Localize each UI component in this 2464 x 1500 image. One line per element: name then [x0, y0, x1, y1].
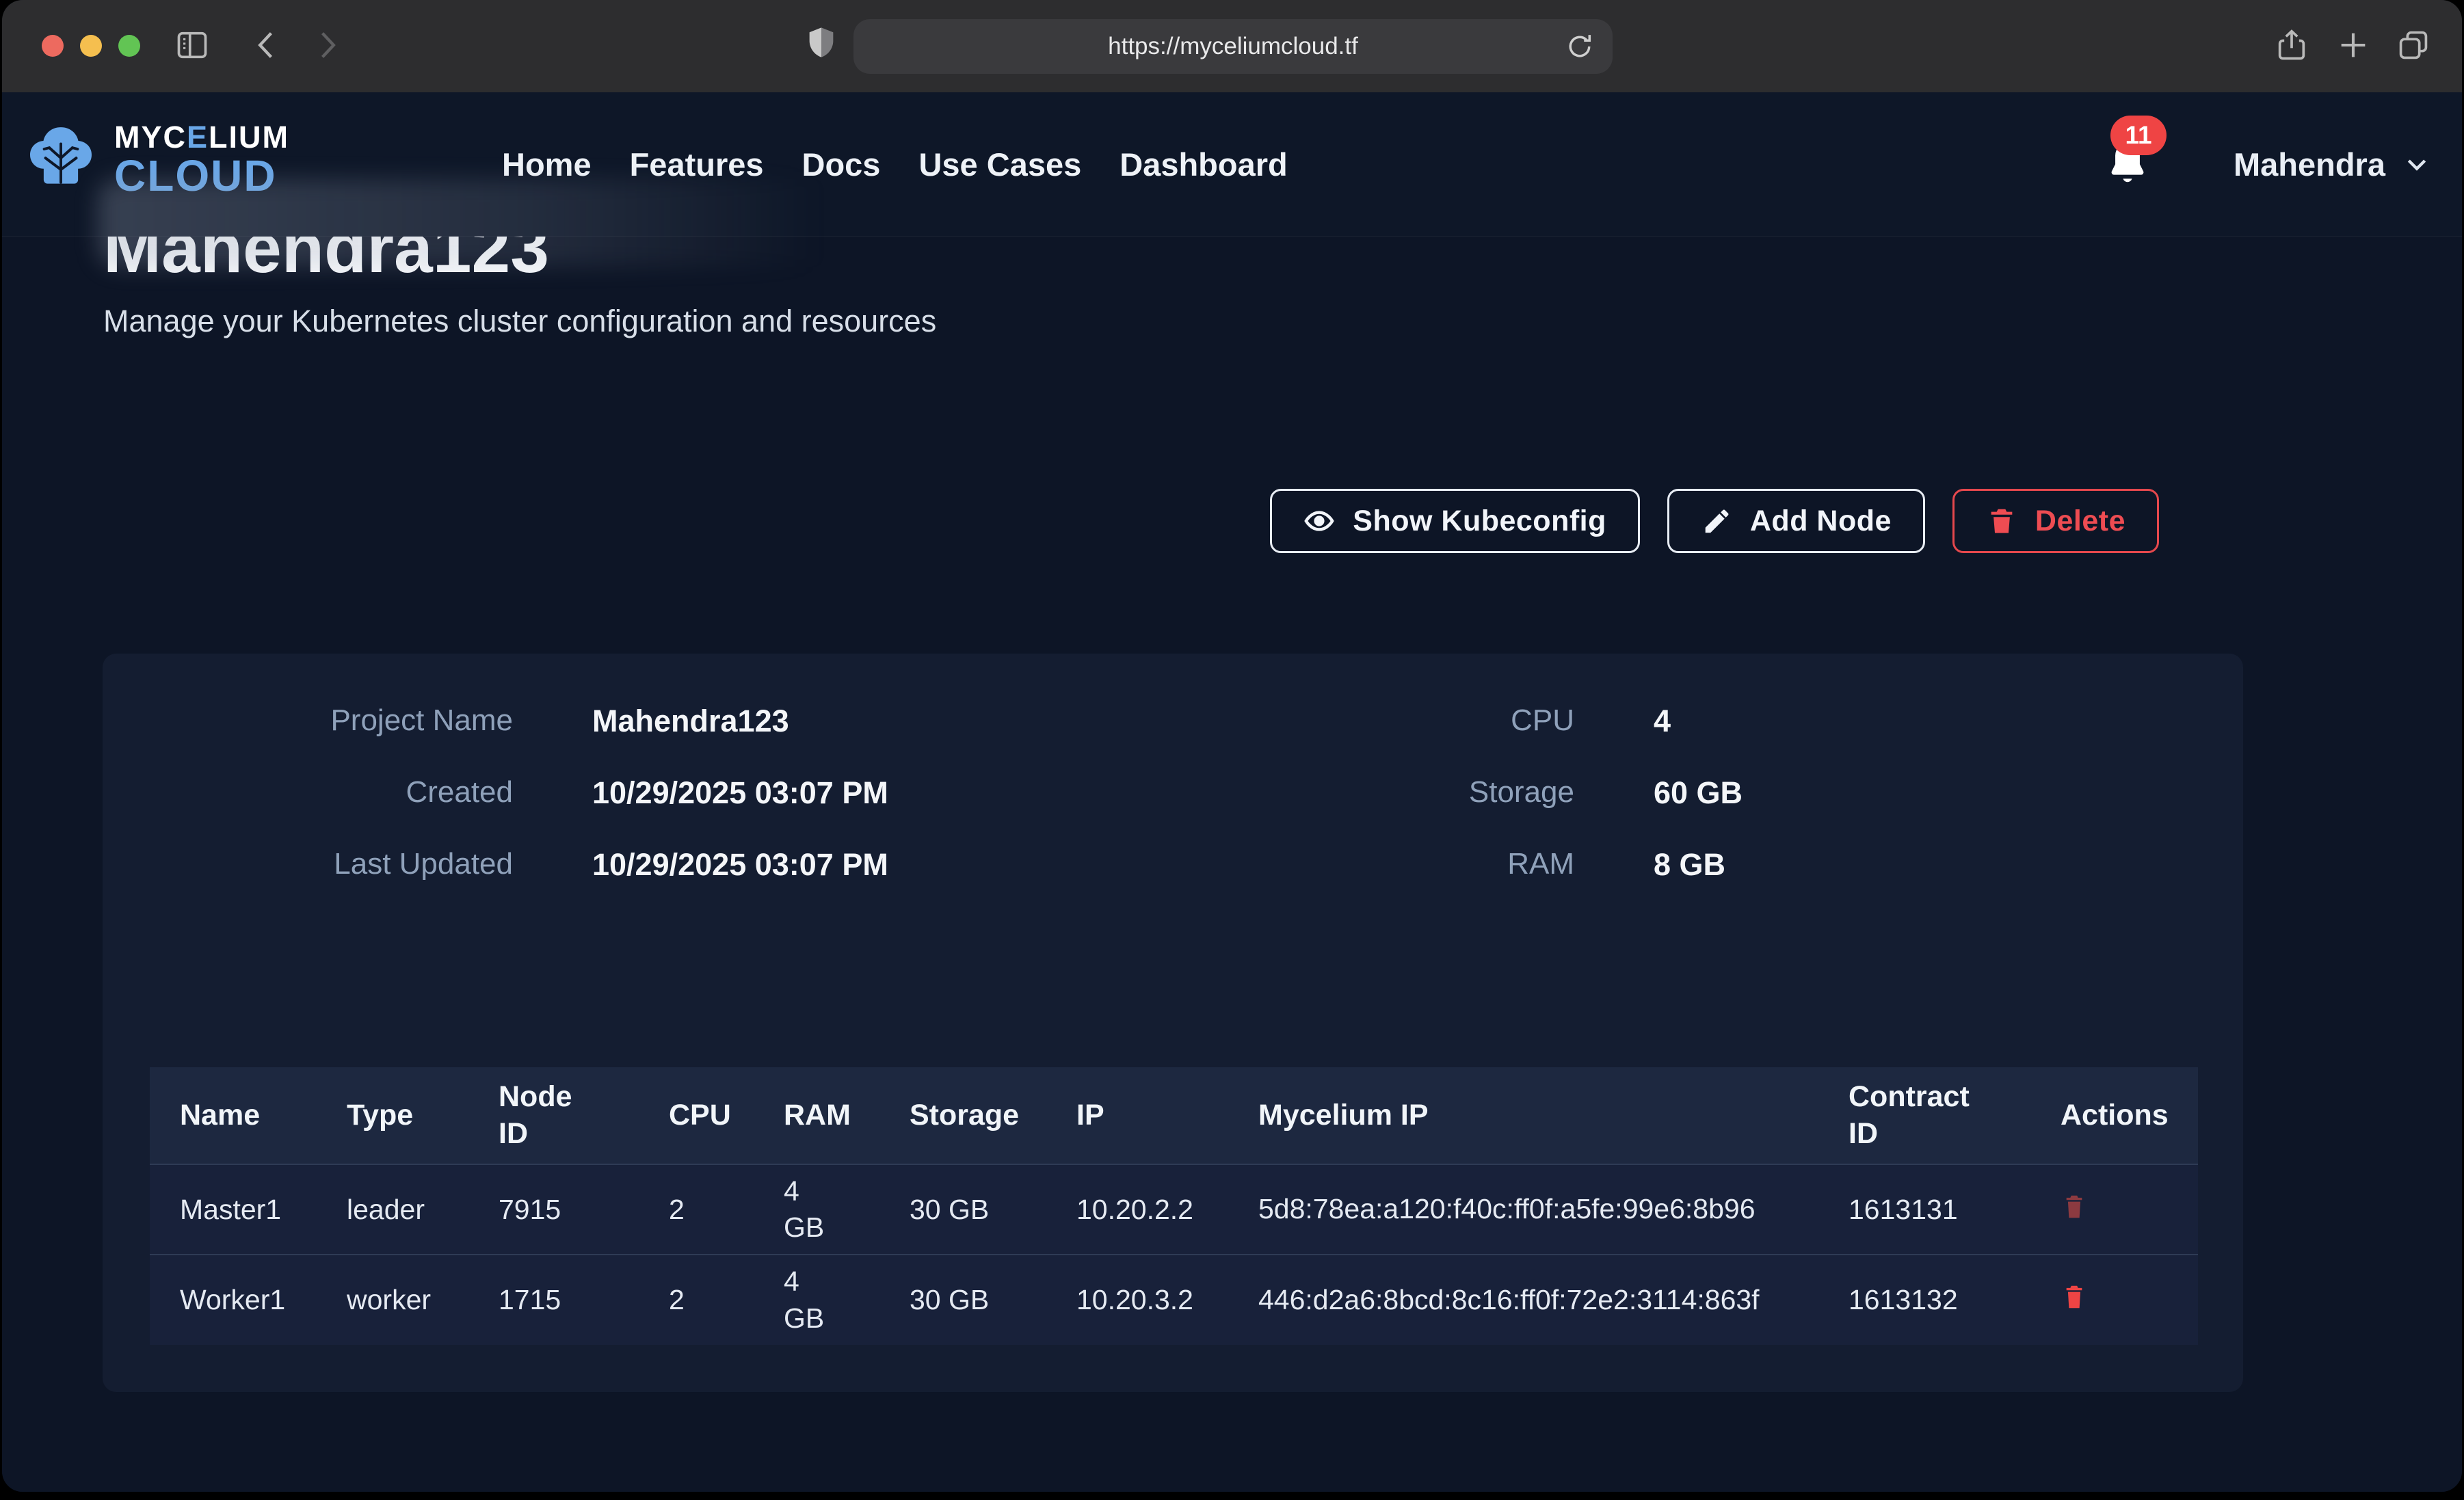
cluster-card: Project Name Mahendra123 Created 10/29/2… [103, 654, 2243, 1392]
cell-name: Worker1 [150, 1255, 347, 1345]
col-name: Name [150, 1067, 347, 1164]
cluster-nodes-table: Name Type Node ID CPU RAM Storage IP Myc… [150, 1067, 2198, 1345]
forward-icon[interactable] [308, 27, 344, 63]
browser-window: https://myceliumcloud.tf [2, 0, 2462, 1492]
add-node-button[interactable]: Add Node [1667, 489, 1925, 553]
traffic-lights [42, 35, 140, 57]
browser-chrome: https://myceliumcloud.tf [2, 0, 2462, 92]
col-ip: IP [1076, 1067, 1258, 1164]
user-menu[interactable]: Mahendra [2234, 146, 2430, 183]
eye-icon [1303, 505, 1335, 537]
brand-text: MYCELIUM CLOUD [114, 122, 289, 198]
trash-icon [2063, 1193, 2086, 1220]
cell-ip: 10.20.3.2 [1076, 1255, 1258, 1345]
nav-link-home[interactable]: Home [502, 146, 592, 183]
nav-link-use-cases[interactable]: Use Cases [918, 146, 1081, 183]
nav-link-docs[interactable]: Docs [802, 146, 881, 183]
nav-link-features[interactable]: Features [630, 146, 764, 183]
nav-right: 11 Mahendra [2104, 92, 2430, 236]
col-type: Type [347, 1067, 499, 1164]
nav-links: Home Features Docs Use Cases Dashboard [502, 92, 1288, 236]
new-tab-icon[interactable] [2335, 27, 2371, 63]
cell-node-id: 7915 [499, 1164, 669, 1255]
cell-node-id: 1715 [499, 1255, 669, 1345]
col-contract-id: Contract ID [1849, 1067, 2061, 1164]
delete-cluster-button[interactable]: Delete [1952, 489, 2159, 553]
page-title: Mahendra123 [103, 237, 2462, 284]
tab-overview-icon[interactable] [2396, 27, 2431, 63]
address-bar[interactable]: https://myceliumcloud.tf [853, 19, 1613, 74]
trash-icon [1986, 505, 2017, 537]
cell-cpu: 2 [669, 1255, 784, 1345]
cell-cpu: 2 [669, 1164, 784, 1255]
cluster-details-left: Project Name Mahendra123 Created 10/29/2… [103, 706, 888, 880]
col-actions: Actions [2061, 1067, 2198, 1164]
cell-contract-id: 1613131 [1849, 1164, 2061, 1255]
detail-label: Last Updated [103, 849, 513, 880]
col-storage: Storage [910, 1067, 1076, 1164]
privacy-shield-icon [804, 25, 839, 60]
cell-ram: 4 GB [784, 1255, 910, 1345]
table-header-row: Name Type Node ID CPU RAM Storage IP Myc… [150, 1067, 2198, 1164]
brand-line2: CLOUD [114, 154, 289, 198]
cell-actions [2061, 1255, 2198, 1345]
detail-value: 4 [1654, 706, 1743, 736]
reload-icon[interactable] [1565, 31, 1595, 62]
detail-label: Storage [1169, 777, 1574, 808]
detail-value: 10/29/2025 03:07 PM [592, 777, 888, 808]
chevron-down-icon [2403, 150, 2430, 178]
page-subtitle: Manage your Kubernetes cluster configura… [103, 304, 2462, 339]
detail-label: Project Name [103, 706, 513, 736]
cluster-details-right: CPU 4 Storage 60 GB RAM 8 GB [1169, 706, 1743, 880]
col-node-id: Node ID [499, 1067, 669, 1164]
brand-logo[interactable]: MYCELIUM CLOUD [20, 118, 289, 200]
detail-label: RAM [1169, 849, 1574, 880]
delete-node-button[interactable] [2061, 1283, 2088, 1314]
col-mycelium-ip: Mycelium IP [1258, 1067, 1849, 1164]
minimize-window-button[interactable] [80, 35, 102, 57]
close-window-button[interactable] [42, 35, 64, 57]
top-nav: MYCELIUM CLOUD Home Features Docs Use Ca… [2, 92, 2462, 237]
share-icon[interactable] [2274, 27, 2309, 63]
brand-line1: MYCELIUM [114, 122, 289, 152]
detail-value: 60 GB [1654, 777, 1743, 808]
cell-storage: 30 GB [910, 1164, 1076, 1255]
url-text: https://myceliumcloud.tf [1108, 33, 1358, 60]
detail-value: Mahendra123 [592, 706, 888, 736]
trash-icon [2063, 1283, 2086, 1311]
cell-ram: 4 GB [784, 1164, 910, 1255]
notifications-button[interactable]: 11 [2104, 139, 2151, 189]
cell-name: Master1 [150, 1164, 347, 1255]
col-ram: RAM [784, 1067, 910, 1164]
show-kubeconfig-button[interactable]: Show Kubeconfig [1270, 489, 1640, 553]
back-icon[interactable] [250, 27, 285, 63]
cell-mycelium-ip: 5d8:78ea:a120:f40c:ff0f:a5fe:99e6:8b96 [1258, 1164, 1849, 1255]
mycelium-cloud-icon [20, 118, 102, 200]
cell-type: leader [347, 1164, 499, 1255]
sidebar-toggle-icon[interactable] [174, 27, 210, 63]
cluster-actions: Show Kubeconfig Add Node Delete [1270, 489, 2159, 553]
col-cpu: CPU [669, 1067, 784, 1164]
pencil-icon [1701, 505, 1732, 537]
cell-contract-id: 1613132 [1849, 1255, 2061, 1345]
cell-storage: 30 GB [910, 1255, 1076, 1345]
notification-badge: 11 [2110, 116, 2167, 155]
nav-link-dashboard[interactable]: Dashboard [1120, 146, 1288, 183]
detail-value: 8 GB [1654, 849, 1743, 880]
user-name: Mahendra [2234, 146, 2385, 183]
maximize-window-button[interactable] [118, 35, 140, 57]
cell-type: worker [347, 1255, 499, 1345]
cell-actions [2061, 1164, 2198, 1255]
cell-mycelium-ip: 446:d2a6:8bcd:8c16:ff0f:72e2:3114:863f [1258, 1255, 1849, 1345]
table-row: Worker1 worker 1715 2 4 GB 30 GB 10.20.3… [150, 1255, 2198, 1345]
detail-value: 10/29/2025 03:07 PM [592, 849, 888, 880]
delete-node-button[interactable] [2061, 1192, 2088, 1223]
table-row: Master1 leader 7915 2 4 GB 30 GB 10.20.2… [150, 1164, 2198, 1255]
cell-ip: 10.20.2.2 [1076, 1164, 1258, 1255]
detail-label: Created [103, 777, 513, 808]
detail-label: CPU [1169, 706, 1574, 736]
